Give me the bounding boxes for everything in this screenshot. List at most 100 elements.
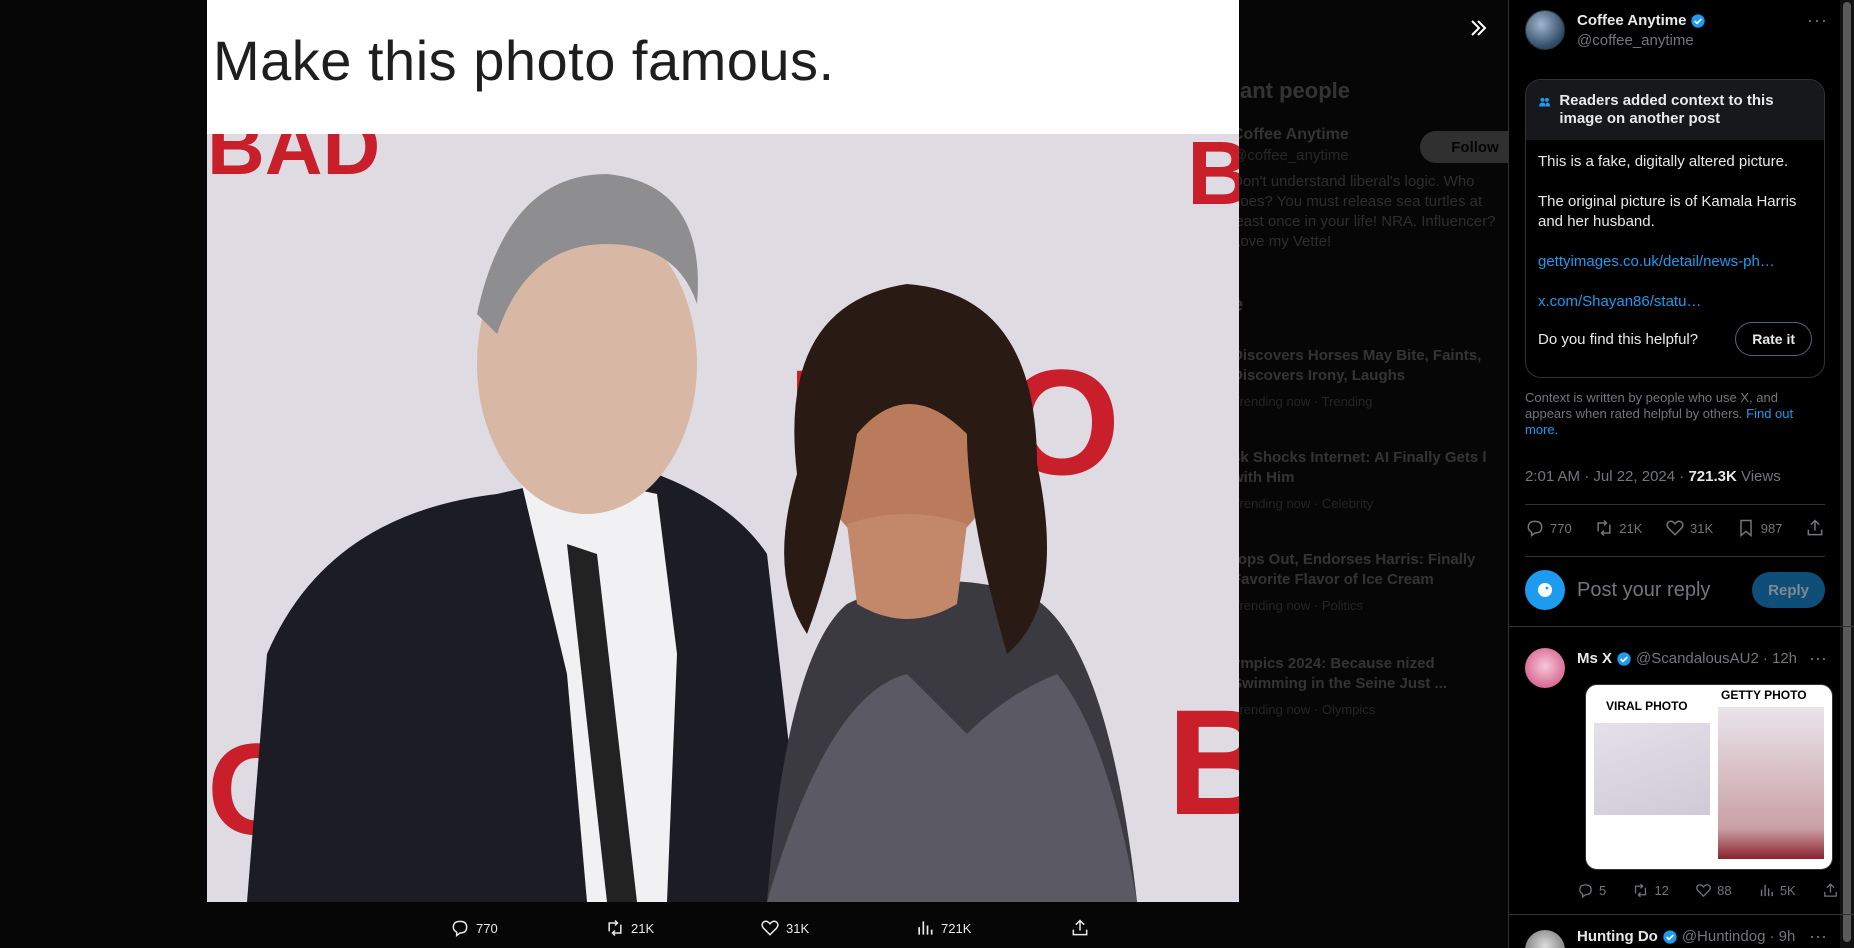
svg-text:B: B bbox=[1187, 134, 1239, 224]
post-image[interactable]: Make this photo famous. BAD B BRO O B bbox=[207, 0, 1239, 902]
reply-author-handle[interactable]: @ScandalousAU2 bbox=[1636, 650, 1759, 667]
community-note-text: The original picture is of Kamala Harris… bbox=[1538, 193, 1797, 230]
reply-views-count: 5K bbox=[1779, 883, 1796, 898]
community-note-body: This is a fake, digitally altered pictur… bbox=[1526, 140, 1824, 312]
share-button[interactable] bbox=[1805, 518, 1825, 538]
reply-like-count: 88 bbox=[1717, 883, 1732, 898]
like-icon bbox=[1696, 884, 1712, 898]
reply-submit-button[interactable]: Reply bbox=[1752, 572, 1825, 608]
views-icon bbox=[918, 921, 933, 935]
like-icon bbox=[1666, 520, 1684, 536]
photo-illustration: BAD B BRO O B bbox=[207, 134, 1239, 902]
community-note-text: This is a fake, digitally altered pictur… bbox=[1538, 153, 1789, 170]
repost-count: 21K bbox=[1619, 520, 1643, 536]
bg-trend-title: ympics 2024: Because nized Swimming in t… bbox=[1232, 655, 1448, 692]
scrollbar[interactable] bbox=[1840, 0, 1854, 948]
reply-input[interactable]: Post your reply bbox=[1577, 579, 1740, 602]
reply-share-button[interactable] bbox=[1822, 882, 1839, 899]
community-note-rating: Do you find this helpful? Rate it bbox=[1538, 322, 1812, 356]
reply-avatar[interactable] bbox=[1525, 930, 1565, 948]
repost-icon bbox=[1635, 883, 1647, 898]
image-caption: Make this photo famous. bbox=[213, 29, 835, 92]
bg-user-handle: @coffee_anytime bbox=[1232, 147, 1349, 164]
people-icon bbox=[1539, 97, 1551, 107]
reply-like-button[interactable]: 88 bbox=[1695, 882, 1732, 899]
svg-text:BAD: BAD bbox=[207, 134, 380, 191]
media-like-button[interactable]: 31K bbox=[760, 914, 915, 942]
author-name-row[interactable]: Coffee Anytime bbox=[1577, 12, 1706, 29]
reply-more-button[interactable]: ··· bbox=[1809, 648, 1827, 669]
reply-count: 770 bbox=[1550, 520, 1572, 536]
media-label: VIRAL PHOTO bbox=[1606, 699, 1688, 713]
scrollbar-thumb[interactable] bbox=[1843, 2, 1851, 942]
bg-user-name: Coffee Anytime bbox=[1232, 126, 1349, 143]
bg-trend-title: rops Out, Endorses Harris: Finally Favor… bbox=[1232, 551, 1476, 588]
rate-it-button[interactable]: Rate it bbox=[1735, 322, 1812, 356]
reply-time[interactable]: · 9h bbox=[1769, 928, 1795, 945]
reply-icon bbox=[1527, 520, 1543, 537]
community-note-title: Readers added context to this image on a… bbox=[1559, 92, 1774, 127]
image-caption-strip: Make this photo famous. bbox=[207, 0, 1239, 134]
bg-section-title: ant people bbox=[1240, 78, 1351, 103]
media-share-button[interactable] bbox=[1070, 914, 1225, 942]
community-note: Readers added context to this image on a… bbox=[1525, 79, 1825, 378]
current-user-avatar[interactable] bbox=[1525, 570, 1565, 610]
bookmark-button[interactable]: 987 bbox=[1736, 518, 1783, 538]
community-note-header: Readers added context to this image on a… bbox=[1526, 80, 1824, 140]
reply-reply-button[interactable]: 5 bbox=[1577, 882, 1606, 899]
community-note-link[interactable]: gettyimages.co.uk/detail/news-ph… bbox=[1538, 252, 1812, 272]
bird-icon bbox=[1538, 583, 1552, 597]
reply-icon bbox=[1579, 884, 1592, 899]
divider bbox=[1525, 556, 1825, 557]
media-viewer[interactable]: ant people Coffee Anytime @coffee_anytim… bbox=[0, 0, 1530, 948]
repost-icon bbox=[608, 919, 622, 937]
reply-avatar[interactable] bbox=[1525, 648, 1565, 688]
media-action-bar: 770 21K 31K 721K bbox=[450, 914, 1225, 942]
like-button[interactable]: 31K bbox=[1665, 518, 1713, 538]
repost-button[interactable]: 21K bbox=[1594, 518, 1642, 538]
media-views-button[interactable]: 721K bbox=[915, 914, 1070, 942]
collapse-panel-button[interactable] bbox=[1460, 10, 1496, 46]
reply-time[interactable]: · 12h bbox=[1763, 650, 1797, 667]
reply-repost-button[interactable]: 12 bbox=[1632, 882, 1669, 899]
reply-reply-count: 5 bbox=[1599, 883, 1607, 898]
helpful-question: Do you find this helpful? bbox=[1538, 330, 1699, 348]
author-handle[interactable]: @coffee_anytime bbox=[1577, 32, 1706, 49]
reply-stats: 5 12 88 5K bbox=[1577, 882, 1839, 899]
views-icon bbox=[1760, 884, 1773, 897]
bookmark-count: 987 bbox=[1760, 520, 1783, 536]
share-icon bbox=[1807, 519, 1823, 536]
divider bbox=[1509, 626, 1854, 627]
bg-trend-meta: Trending now · Celebrity bbox=[1232, 496, 1374, 511]
bg-trend-meta: Trending now · Politics bbox=[1232, 598, 1364, 613]
reply-button[interactable]: 770 bbox=[1525, 518, 1572, 538]
verified-badge-icon bbox=[1617, 651, 1631, 666]
post-time[interactable]: 2:01 AM · Jul 22, 2024 · bbox=[1525, 468, 1688, 485]
svg-text:B: B bbox=[1167, 678, 1239, 846]
reply-author-name[interactable]: Ms X bbox=[1577, 650, 1612, 667]
media-reply-button[interactable]: 770 bbox=[450, 914, 605, 942]
reply-icon bbox=[452, 920, 468, 937]
reply-composer: Post your reply Reply bbox=[1525, 570, 1825, 610]
reply-author-handle[interactable]: @Huntindog bbox=[1682, 928, 1766, 945]
media-repost-count: 21K bbox=[631, 920, 655, 936]
reply-more-button[interactable]: ··· bbox=[1809, 926, 1827, 947]
like-icon bbox=[761, 920, 779, 936]
bg-trend-title: Discovers Horses May Bite, Faints, Disco… bbox=[1232, 347, 1482, 384]
post-timestamp: 2:01 AM · Jul 22, 2024 · 721.3K Views bbox=[1525, 468, 1781, 485]
reply-author-name[interactable]: Hunting Do bbox=[1577, 928, 1658, 945]
reply-media[interactable]: VIRAL PHOTO GETTY PHOTO bbox=[1585, 684, 1833, 870]
post-more-button[interactable]: ··· bbox=[1807, 10, 1828, 31]
author-avatar[interactable] bbox=[1525, 10, 1565, 50]
community-note-link[interactable]: x.com/Shayan86/statu… bbox=[1538, 292, 1812, 312]
media-like-count: 31K bbox=[786, 920, 810, 936]
community-note-footer: Context is written by people who use X, … bbox=[1525, 390, 1825, 438]
author-name[interactable]: Coffee Anytime bbox=[1577, 12, 1686, 29]
share-icon bbox=[1072, 919, 1088, 936]
views-count: 721.3K bbox=[1688, 468, 1737, 485]
media-views-count: 721K bbox=[941, 920, 972, 936]
reply-views-button[interactable]: 5K bbox=[1758, 882, 1796, 899]
media-repost-button[interactable]: 21K bbox=[605, 914, 760, 942]
media-reply-count: 770 bbox=[476, 920, 498, 936]
verified-badge-icon bbox=[1663, 929, 1677, 944]
